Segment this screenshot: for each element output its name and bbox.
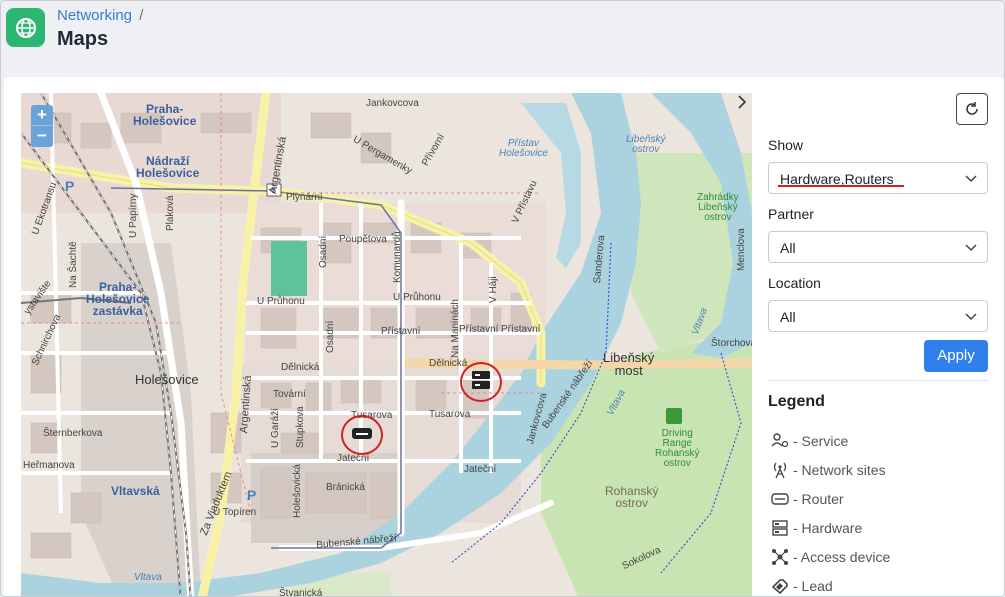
legend-item-lead: - Lead [770, 576, 833, 596]
map-label-zastavka: Praha- Holešovice zastávka [86, 280, 150, 318]
map-label-u-pruhonu: U Průhonu [257, 296, 305, 307]
map-label-holesovice: Holešovice [135, 372, 199, 387]
location-label: Location [768, 275, 821, 291]
legend-label-hardware: - Hardware [793, 520, 863, 536]
legend-label-network-sites: - Network sites [793, 462, 886, 478]
map-label-jatecni-2: Jateční [464, 464, 497, 475]
page-title: Maps [57, 28, 109, 50]
map-label-komunardu: Komunardů [392, 231, 403, 283]
partner-label: Partner [768, 206, 814, 222]
map-label-u-papirnou: U Papírny [128, 193, 139, 238]
map-label-delnicka: Dělnická [281, 362, 320, 373]
legend-item-access-device: - Access device [770, 547, 890, 567]
map-label-holesovicka: Holešovická [292, 464, 303, 518]
legend-item-router: - Router [770, 489, 844, 509]
router-icon [770, 489, 790, 509]
chevron-down-icon [965, 175, 977, 183]
map-label-pristav: Přístav Holešovice [499, 138, 548, 159]
router-marker[interactable] [341, 415, 383, 455]
legend-label-router: - Router [793, 491, 844, 507]
legend-label-service: - Service [793, 433, 849, 449]
service-icon [770, 431, 790, 451]
chevron-right-icon [738, 95, 747, 109]
zoom-control: + − [31, 105, 53, 147]
annotation-underline [778, 185, 904, 187]
breadcrumb: Networking / [57, 7, 143, 24]
map-label-plakova: Plaková [165, 195, 176, 231]
legend-label-lead: - Lead [793, 578, 833, 594]
map-label-rohansky-ostrov: Rohanský ostrov [605, 484, 659, 510]
map-label-nadrazi: Nádraží Holešovice [136, 154, 200, 180]
router-icon [351, 425, 373, 446]
map-label-stvanicka: Štvanická [279, 588, 323, 597]
hardware-icon [770, 518, 790, 538]
divider [768, 380, 988, 381]
breadcrumb-separator: / [139, 7, 144, 24]
map-label-storchova: Štorchova [711, 338, 752, 349]
partner-select-value: All [780, 240, 796, 256]
access-device-icon [770, 547, 790, 567]
map-label-jatecni: Jateční [337, 453, 370, 464]
location-select[interactable]: All [768, 300, 988, 332]
map-label-zahradky: Zahrádky Libeňský ostrov [697, 192, 739, 223]
partner-select[interactable]: All [768, 231, 988, 263]
map-label-pristavni-2: Přístavní [459, 324, 499, 335]
map-label-delnicka-2: Dělnická [429, 358, 468, 369]
map-label-libensky-ostrov: Libeňský ostrov [626, 134, 666, 155]
legend-label-access-device: - Access device [793, 549, 891, 565]
show-label: Show [768, 137, 804, 153]
map-label-sternberkova: Šternberkova [43, 428, 103, 439]
map-label-pristavni-3: Přístavní [501, 324, 541, 335]
map-label-tovarni: Tovární [273, 389, 306, 400]
map-label-osadni-2: Osadní [325, 320, 336, 353]
map-label-na-sachte: Na Šachtě [68, 241, 79, 288]
map-label-poupetova: Poupětova [339, 234, 387, 245]
map-label-tusarova-2: Tusarova [429, 409, 471, 420]
map-label-vltava-2: Vltava [134, 572, 162, 583]
zoom-out-button[interactable]: − [31, 126, 53, 147]
app-window: Networking / Maps Praha- Holešovice Nádr… [0, 0, 1005, 597]
parking-icon-2: P [247, 487, 257, 503]
lead-icon [770, 576, 790, 596]
map-label-vltavska: Vltavská [111, 484, 160, 498]
map-label-u-pruhonu-2: U Průhonu [393, 292, 441, 303]
map-label-hermanova: Heřmanova [23, 460, 75, 471]
breadcrumb-networking[interactable]: Networking [57, 7, 132, 24]
show-select[interactable]: Hardware,Routers [768, 162, 988, 194]
map-label-osadni: Osadní [318, 235, 329, 268]
map-tiles [21, 93, 752, 596]
map-label-na-manine: Na Maninách [450, 299, 461, 358]
map-label-jankovcova: Jankovcova [366, 98, 419, 109]
legend-item-hardware: - Hardware [770, 518, 862, 538]
zoom-in-button[interactable]: + [31, 105, 53, 126]
location-select-value: All [780, 309, 796, 325]
map-label-pristavni: Přístavní [381, 326, 421, 337]
apply-button[interactable]: Apply [924, 340, 988, 372]
legend-title: Legend [768, 393, 825, 410]
legend-item-network-sites: - Network sites [770, 460, 886, 480]
map-canvas[interactable]: Praha- Holešovice Nádraží Holešovice Pra… [21, 93, 752, 597]
map-label-praha-holesovice: Praha- Holešovice [133, 102, 197, 128]
collapse-panel-button[interactable] [733, 93, 751, 113]
map-label-plynarni: Plynární [286, 192, 323, 203]
map-label-v-haji: V Háji [488, 276, 499, 303]
map-label-driving-range: Driving Range Rohanský ostrov [655, 428, 700, 469]
map-label-u-garazi: U Garáží [270, 407, 281, 448]
chevron-down-icon [965, 313, 977, 321]
parking-icon: P [65, 178, 75, 194]
map-label-menclova: Menclova [736, 228, 747, 271]
globe-icon [6, 8, 45, 47]
refresh-icon [966, 102, 978, 115]
hardware-icon [471, 370, 491, 395]
refresh-button[interactable] [956, 93, 988, 125]
map-label-stupkova: Stupkova [295, 406, 306, 448]
legend-item-service: - Service [770, 431, 848, 451]
hardware-marker[interactable] [460, 362, 502, 402]
network-sites-icon [770, 460, 790, 480]
map-label-libensky-most: Libeňský most [603, 350, 655, 378]
chevron-down-icon [965, 244, 977, 252]
map-label-branicka: Bránická [326, 482, 365, 493]
